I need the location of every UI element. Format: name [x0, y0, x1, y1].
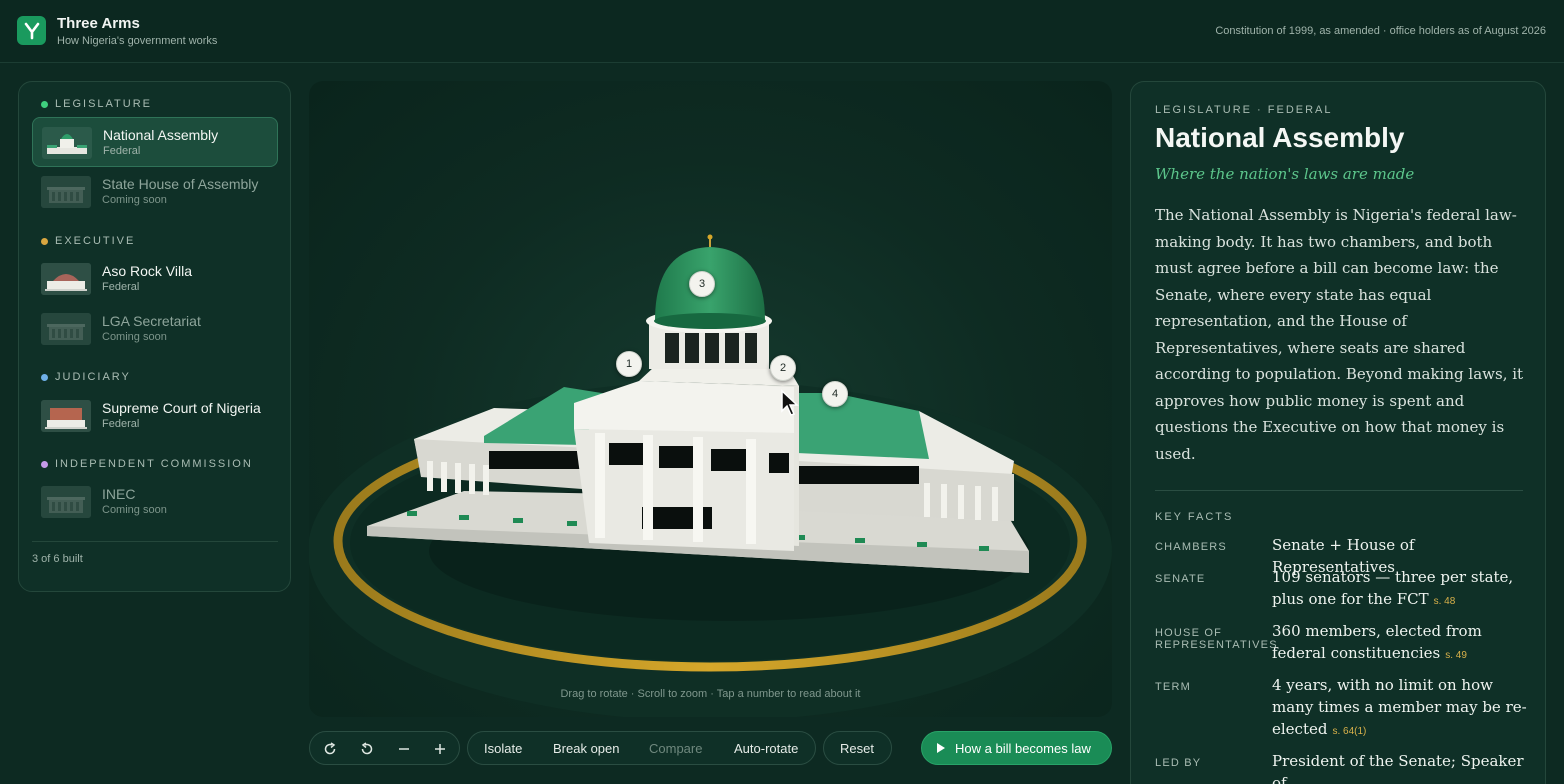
- isolate-button[interactable]: Isolate: [484, 741, 522, 756]
- group-dot: [41, 373, 48, 381]
- national-assembly-thumbnail: [42, 127, 92, 159]
- national-assembly-model[interactable]: [309, 81, 1112, 717]
- app-logo[interactable]: [17, 16, 46, 45]
- sidebar-item-name: Supreme Court of Nigeria: [102, 400, 261, 416]
- citation[interactable]: s. 48: [1434, 596, 1456, 607]
- cta-label: How a bill becomes law: [955, 741, 1091, 756]
- break-open-button[interactable]: Break open: [553, 741, 620, 756]
- detail-panel: LEGISLATURE · FEDERAL National Assembly …: [1130, 81, 1546, 784]
- reset-button[interactable]: Reset: [823, 731, 892, 765]
- how-a-bill-becomes-law-button[interactable]: How a bill becomes law: [921, 731, 1112, 765]
- viewer-hint: Drag to rotate · Scroll to zoom · Tap a …: [560, 688, 861, 700]
- group-label-text: EXECUTIVE: [55, 235, 136, 247]
- sidebar-item-sub: Coming soon: [102, 331, 167, 343]
- fact-key: HOUSE OF REPRESENTATIVES: [1155, 627, 1278, 651]
- supreme-court-thumbnail: [41, 400, 91, 432]
- reset-label: Reset: [840, 741, 874, 756]
- sidebar-item-name: National Assembly: [103, 127, 219, 143]
- model-viewer[interactable]: 1 2 3 4 Drag to rotate · Scroll to zoom …: [309, 81, 1112, 717]
- mouse-cursor-icon: [781, 389, 799, 416]
- placeholder-building-thumbnail: [41, 176, 91, 208]
- group-dot: [41, 100, 48, 108]
- detail-eyebrow: LEGISLATURE · FEDERAL: [1155, 104, 1333, 116]
- group-label-judiciary: JUDICIARY: [41, 371, 131, 383]
- group-dot: [41, 237, 48, 245]
- fact-value: 109 senators — three per state, plus one…: [1272, 566, 1527, 613]
- sidebar-item-name: State House of Assembly: [102, 176, 259, 192]
- sidebar-item-sub: Federal: [102, 281, 140, 293]
- sidebar-item-lga-secretariat[interactable]: LGA Secretariat Coming soon: [32, 304, 278, 354]
- rotate-ccw-icon[interactable]: [357, 739, 377, 759]
- fact-value-text: 4 years, with no limit on how many times…: [1272, 676, 1527, 738]
- fact-value-text: President of the Senate; Speaker of: [1272, 752, 1524, 784]
- sidebar-item-name: INEC: [102, 486, 136, 502]
- zoom-in-icon[interactable]: [430, 739, 450, 759]
- view-controls: [309, 731, 460, 765]
- group-label-executive: EXECUTIVE: [41, 235, 135, 247]
- citation[interactable]: s. 64(1): [1332, 726, 1366, 737]
- zoom-out-icon[interactable]: [394, 739, 414, 759]
- detail-tagline: Where the nation's laws are made: [1155, 165, 1415, 183]
- key-facts-label: KEY FACTS: [1155, 511, 1234, 523]
- citation[interactable]: s. 49: [1445, 650, 1467, 661]
- mode-controls: Isolate Break open Compare Auto-rotate: [467, 731, 816, 765]
- sidebar-item-sub: Federal: [103, 145, 141, 157]
- sidebar-item-sub: Federal: [102, 418, 140, 430]
- sidebar-item-sub: Coming soon: [102, 504, 167, 516]
- play-icon: [937, 743, 945, 753]
- auto-rotate-button[interactable]: Auto-rotate: [734, 741, 798, 756]
- app-subtitle: How Nigeria's government works: [57, 35, 218, 47]
- hotspot-4[interactable]: 4: [822, 381, 848, 407]
- header-meta: Constitution of 1999, as amended · offic…: [1215, 25, 1546, 37]
- aso-rock-villa-thumbnail: [41, 263, 91, 295]
- group-label-independent-commission: INDEPENDENT COMMISSION: [41, 458, 253, 470]
- fact-key: LED BY: [1155, 757, 1202, 769]
- detail-title: National Assembly: [1155, 122, 1405, 153]
- hotspot-2[interactable]: 2: [770, 355, 796, 381]
- building-list: LEGISLATURE National Assembly Federal St…: [18, 81, 291, 592]
- sidebar-item-name: LGA Secretariat: [102, 313, 201, 329]
- fact-key: TERM: [1155, 681, 1191, 693]
- fact-value-text: 109 senators — three per state, plus one…: [1272, 568, 1514, 608]
- group-label-text: JUDICIARY: [55, 371, 131, 383]
- sidebar-item-inec[interactable]: INEC Coming soon: [32, 477, 278, 527]
- app-title: Three Arms: [57, 15, 140, 32]
- sidebar-item-sub: Coming soon: [102, 194, 167, 206]
- compare-button[interactable]: Compare: [649, 741, 702, 756]
- sidebar-item-supreme-court[interactable]: Supreme Court of Nigeria Federal: [32, 391, 278, 441]
- fact-key: SENATE: [1155, 573, 1206, 585]
- group-dot: [41, 460, 48, 468]
- fact-value: President of the Senate; Speaker of: [1272, 750, 1527, 784]
- group-label-text: LEGISLATURE: [55, 98, 152, 110]
- divider: [1155, 490, 1523, 491]
- hotspot-1[interactable]: 1: [616, 351, 642, 377]
- placeholder-building-thumbnail: [41, 486, 91, 518]
- hotspot-3[interactable]: 3: [689, 271, 715, 297]
- sidebar-item-national-assembly[interactable]: National Assembly Federal: [32, 117, 278, 167]
- sidebar-item-name: Aso Rock Villa: [102, 263, 193, 279]
- detail-body: The National Assembly is Nigeria's feder…: [1155, 206, 1524, 463]
- fact-key: CHAMBERS: [1155, 541, 1227, 553]
- app-header: Three Arms How Nigeria's government work…: [0, 0, 1564, 63]
- divider: [32, 541, 278, 542]
- logo-y-icon: [24, 22, 39, 39]
- built-count: 3 of 6 built: [32, 553, 83, 565]
- group-label-text: INDEPENDENT COMMISSION: [55, 458, 253, 470]
- sidebar-item-state-house[interactable]: State House of Assembly Coming soon: [32, 167, 278, 217]
- placeholder-building-thumbnail: [41, 313, 91, 345]
- fact-value: 360 members, elected from federal consti…: [1272, 620, 1527, 667]
- sidebar-item-aso-rock-villa[interactable]: Aso Rock Villa Federal: [32, 254, 278, 304]
- group-label-legislature: LEGISLATURE: [41, 98, 152, 110]
- rotate-cw-icon[interactable]: [320, 739, 340, 759]
- fact-value: 4 years, with no limit on how many times…: [1272, 674, 1527, 743]
